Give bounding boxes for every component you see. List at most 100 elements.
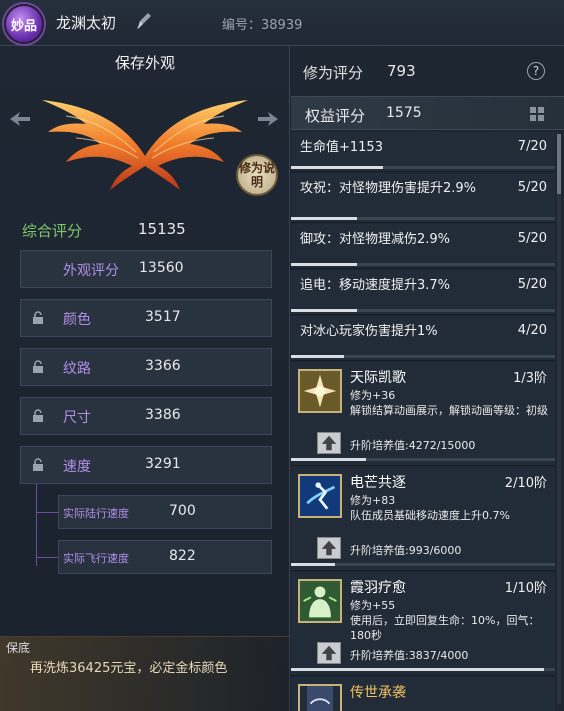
grid-view-icon[interactable] [529, 106, 545, 122]
skill-name: 电芒共逐 [350, 475, 406, 491]
overall-score-value: 15135 [138, 220, 186, 238]
stat-progress-bar [291, 166, 555, 169]
rename-brush-icon[interactable] [136, 12, 152, 30]
stat-progress-fill [291, 166, 384, 169]
skill-desc: 修为+55 使用后，立即回复生命：10%，回气：180秒 [350, 599, 540, 642]
stat-row: 生命值+1153 7/20 [291, 132, 555, 172]
healing-feather-skill-icon [298, 579, 342, 623]
pattern-score-row[interactable]: 纹路 3366 [20, 348, 272, 386]
scrollbar[interactable] [557, 134, 561, 704]
stat-text: 攻祝：对怪物理伤害提升2.9% [300, 181, 477, 196]
stat-row: 攻祝：对怪物理伤害提升2.9% 5/20 [291, 173, 555, 223]
skill-card[interactable]: 传世承袭 [291, 677, 555, 711]
lock-icon[interactable] [32, 458, 44, 472]
skill-card[interactable]: 霞羽疗愈 1/10阶 修为+55 使用后，立即回复生命：10%，回气：180秒 … [291, 572, 555, 676]
pattern-label: 纹路 [63, 361, 91, 377]
scroll-thumb[interactable] [557, 134, 561, 194]
skill-progress-text: 升阶培养值:993/6000 [350, 544, 462, 557]
skill-name: 传世承袭 [350, 685, 406, 701]
next-arrow-icon[interactable] [256, 110, 280, 128]
tree-connector [36, 512, 58, 513]
stat-progress-fill [291, 309, 357, 312]
flight-speed-row: 实际飞行速度 822 [58, 540, 272, 574]
rights-score-value: 1575 [386, 105, 422, 121]
cultivation-explain-button[interactable]: 修为说明 [236, 154, 278, 196]
stat-row: 御攻：对怪物理减伤2.9% 5/20 [291, 224, 555, 269]
upgrade-arrow-icon[interactable] [317, 432, 341, 454]
skill-progress-fill [291, 458, 367, 461]
color-value: 3517 [145, 309, 181, 325]
guarantee-banner: 保底 再洗炼36425元宝，必定金标颜色 [0, 636, 290, 711]
size-label: 尺寸 [63, 410, 91, 426]
stat-progress-fill [291, 217, 357, 220]
appearance-score-row: 外观评分 13560 [20, 250, 272, 288]
guarantee-text: 再洗炼36425元宝，必定金标颜色 [30, 661, 228, 676]
stat-text: 追电：移动速度提升3.7% [300, 278, 451, 293]
size-value: 3386 [145, 407, 181, 423]
color-score-row[interactable]: 颜色 3517 [20, 299, 272, 337]
lock-icon[interactable] [32, 409, 44, 423]
lightning-run-skill-icon [298, 474, 342, 518]
skill-card[interactable]: 电芒共逐 2/10阶 修为+83 队伍成员基础移动速度上升0.7% 升阶培养值:… [291, 467, 555, 571]
flight-speed-label: 实际飞行速度 [63, 552, 129, 565]
prev-arrow-icon[interactable] [8, 110, 32, 128]
speed-label: 速度 [63, 459, 91, 475]
appearance-score-value: 13560 [139, 260, 184, 276]
overall-score-label: 综合评分 [22, 222, 83, 240]
legacy-skill-icon [298, 684, 342, 711]
title-bar: 妙品 龙渊太初 编号：38939 [0, 0, 564, 46]
stat-count: 5/20 [517, 231, 547, 246]
speed-value: 3291 [145, 456, 181, 472]
stat-count: 5/20 [517, 277, 547, 292]
skill-stage: 1/3阶 [513, 371, 547, 386]
skill-progress-bar [291, 563, 555, 566]
rights-panel: 修为评分 793 ? 权益评分 1575 生命值+1153 7/20 攻祝：对怪… [291, 46, 564, 711]
appearance-panel: 保存外观 修为说明 综合评分 15135 外观评分 13560 颜色 3517 … [0, 46, 290, 711]
flight-speed-value: 822 [169, 548, 196, 564]
rights-score-label: 权益评分 [305, 107, 366, 125]
skill-stage: 1/10阶 [504, 581, 547, 596]
land-speed-row: 实际陆行速度 700 [58, 495, 272, 529]
stat-count: 7/20 [517, 139, 547, 154]
cultivation-score-value: 793 [387, 62, 416, 80]
skill-progress-text: 升阶培养值:4272/15000 [350, 439, 476, 452]
quality-badge: 妙品 [4, 4, 44, 44]
skill-progress-text: 升阶培养值:3837/4000 [350, 649, 469, 662]
skill-name: 天际凯歌 [350, 370, 406, 386]
skill-desc: 修为+83 队伍成员基础移动速度上升0.7% [350, 494, 510, 522]
stat-text: 御攻：对怪物理减伤2.9% [300, 232, 451, 247]
stat-progress-bar [291, 217, 555, 220]
tree-connector [36, 484, 37, 566]
pattern-value: 3366 [145, 358, 181, 374]
upgrade-arrow-icon[interactable] [317, 642, 341, 664]
stat-count: 4/20 [517, 323, 547, 338]
stat-progress-bar [291, 355, 555, 358]
cultivation-score-label: 修为评分 [303, 64, 364, 82]
save-appearance-button[interactable]: 保存外观 [0, 52, 290, 73]
lock-icon[interactable] [32, 311, 44, 325]
skill-progress-bar [291, 458, 555, 461]
land-speed-label: 实际陆行速度 [63, 507, 129, 520]
stat-text: 对冰心玩家伤害提升1% [300, 324, 438, 339]
skill-stage: 2/10阶 [504, 476, 547, 491]
victory-song-skill-icon [298, 369, 342, 413]
speed-score-row[interactable]: 速度 3291 [20, 446, 272, 484]
skill-card[interactable]: 天际凯歌 1/3阶 修为+36 解锁结算动画展示，解锁动画等级：初级 升阶培养值… [291, 362, 555, 466]
help-icon[interactable]: ? [527, 62, 545, 80]
stat-text: 生命值+1153 [300, 140, 383, 155]
lock-icon[interactable] [32, 360, 44, 374]
upgrade-arrow-icon[interactable] [317, 537, 341, 559]
size-score-row[interactable]: 尺寸 3386 [20, 397, 272, 435]
skill-progress-fill [291, 668, 545, 671]
stat-row: 追电：移动速度提升3.7% 5/20 [291, 270, 555, 315]
land-speed-value: 700 [169, 503, 196, 519]
skill-name: 霞羽疗愈 [350, 580, 406, 596]
stat-progress-bar [291, 263, 555, 266]
stat-row: 对冰心玩家伤害提升1% 4/20 [291, 316, 555, 361]
stat-progress-fill [291, 355, 344, 358]
stat-progress-fill [291, 263, 357, 266]
item-id: 编号：38939 [222, 18, 303, 33]
skill-progress-fill [291, 563, 335, 566]
skill-desc: 修为+36 解锁结算动画展示，解锁动画等级：初级 [350, 389, 548, 417]
tree-connector [36, 557, 58, 558]
